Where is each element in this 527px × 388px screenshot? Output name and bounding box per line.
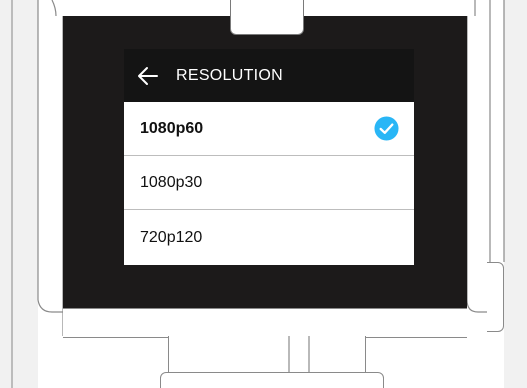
mount-base (160, 372, 384, 388)
option-720p120[interactable]: 720p120 (124, 210, 414, 265)
resolution-menu: RESOLUTION 1080p60 1080p30 720p120 (124, 49, 414, 265)
menu-title: RESOLUTION (176, 66, 284, 84)
menu-header: RESOLUTION (124, 49, 414, 102)
arrow-left-icon[interactable] (136, 64, 160, 88)
top-mount-clip (230, 0, 304, 35)
option-1080p60[interactable]: 1080p60 (124, 102, 414, 156)
device-illustration: RESOLUTION 1080p60 1080p30 720p120 (0, 0, 527, 388)
option-1080p30[interactable]: 1080p30 (124, 156, 414, 210)
bezel-bottom-lip (63, 308, 467, 338)
option-label: 720p120 (140, 229, 203, 246)
side-button (487, 262, 504, 332)
option-label: 1080p30 (140, 173, 203, 191)
checkmark-circle-icon (374, 116, 399, 141)
option-label: 1080p60 (140, 119, 204, 137)
